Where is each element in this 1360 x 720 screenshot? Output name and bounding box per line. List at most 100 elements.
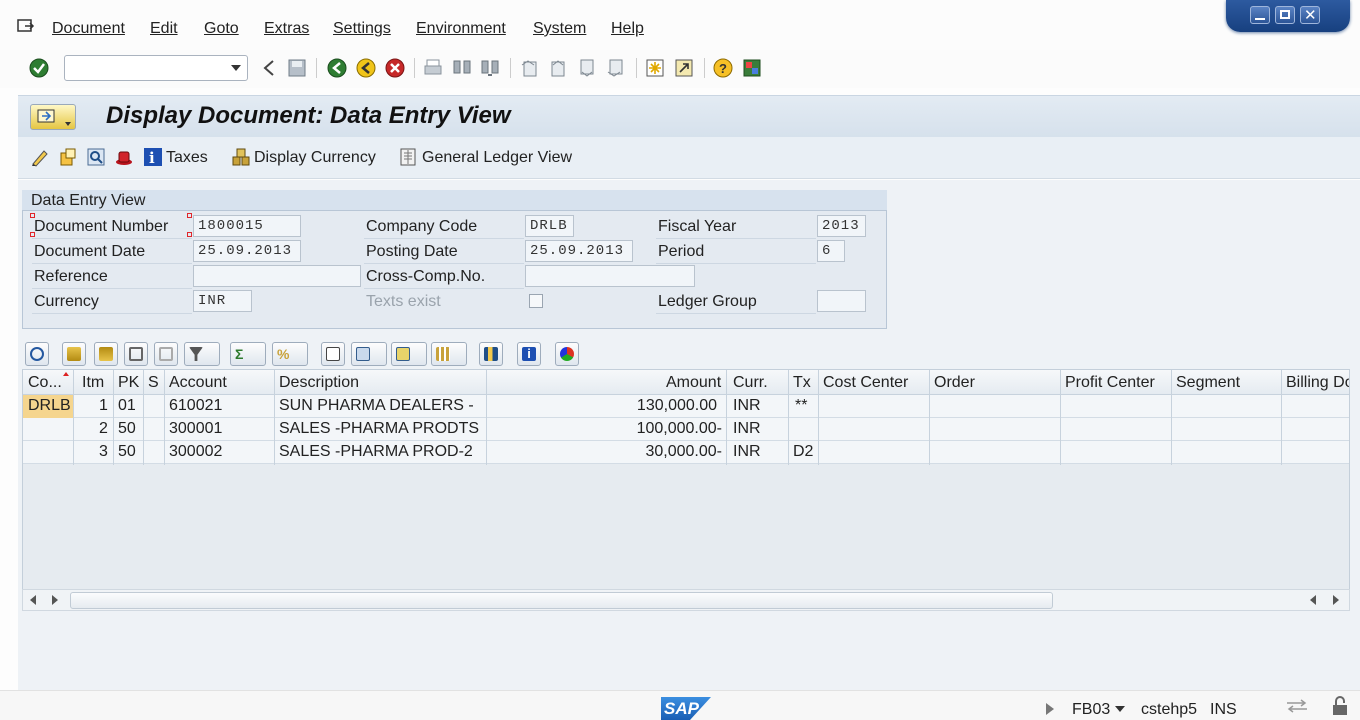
table-row[interactable]: 2 50 300001 SALES -PHARMA PRODTS 100,000…	[23, 418, 1349, 441]
status-expand-icon[interactable]	[1046, 703, 1054, 715]
menu-help[interactable]: Help	[611, 20, 644, 38]
selection-marker	[187, 213, 192, 218]
first-page-icon[interactable]	[519, 57, 541, 79]
ledger-group-field[interactable]	[817, 290, 866, 312]
taxes-button[interactable]: Taxes	[166, 149, 208, 167]
customize-layout-icon[interactable]	[741, 57, 763, 79]
column-header-profit-center[interactable]: Profit Center	[1065, 374, 1155, 392]
document-number-field[interactable]: 1800015	[193, 215, 301, 237]
general-ledger-icon[interactable]	[398, 147, 418, 167]
export-icon[interactable]	[391, 342, 427, 366]
menu-system[interactable]: System	[533, 20, 586, 38]
column-header-special-gl[interactable]: S	[148, 374, 159, 392]
scrollbar-thumb[interactable]	[70, 592, 1053, 609]
minimize-icon[interactable]	[1250, 6, 1270, 24]
company-code-field[interactable]: DRLB	[525, 215, 574, 237]
display-change-icon[interactable]	[30, 147, 50, 167]
sum-icon[interactable]: Σ	[230, 342, 266, 366]
views-icon[interactable]	[351, 342, 387, 366]
reference-field[interactable]	[193, 265, 361, 287]
fiscal-year-field[interactable]: 2013	[817, 215, 866, 237]
cancel-icon[interactable]	[384, 57, 406, 79]
menu-extras[interactable]: Extras	[264, 20, 309, 38]
screen-menu-button[interactable]	[30, 104, 76, 130]
selection-marker	[30, 232, 35, 237]
column-header-item[interactable]: Itm	[82, 374, 104, 392]
menu-goto[interactable]: Goto	[204, 20, 239, 38]
exit-icon[interactable]	[355, 57, 377, 79]
general-ledger-view-button[interactable]: General Ledger View	[422, 149, 572, 167]
graphic-icon[interactable]	[479, 342, 503, 366]
system-menu-icon[interactable]	[16, 18, 36, 34]
currency-field[interactable]: INR	[193, 290, 252, 312]
lock-icon[interactable]	[1330, 696, 1352, 716]
texts-exist-checkbox[interactable]	[529, 294, 543, 308]
prev-page-icon[interactable]	[547, 57, 569, 79]
other-document-icon[interactable]	[58, 147, 78, 167]
document-date-label: Document Date	[34, 243, 146, 260]
scroll-left-page-icon[interactable]	[1310, 595, 1316, 605]
print-preview-icon[interactable]	[321, 342, 345, 366]
input-mode[interactable]: INS	[1210, 701, 1237, 719]
find-next-in-list-icon[interactable]	[154, 342, 178, 366]
details-icon[interactable]	[25, 342, 49, 366]
collapse-icon[interactable]	[258, 57, 280, 79]
close-icon[interactable]: ✕	[1300, 6, 1320, 24]
create-session-icon[interactable]	[644, 57, 666, 79]
column-header-account[interactable]: Account	[169, 374, 227, 392]
column-header-billing-doc[interactable]: Billing Do	[1286, 374, 1349, 392]
save-icon[interactable]	[286, 57, 308, 79]
command-field[interactable]	[64, 55, 248, 81]
filter-icon[interactable]	[184, 342, 220, 366]
display-currency-button[interactable]: Display Currency	[254, 149, 376, 167]
find-icon[interactable]	[451, 57, 473, 79]
subtotal-icon[interactable]: %	[272, 342, 308, 366]
hat-icon[interactable]	[114, 147, 134, 167]
info-icon[interactable]: i	[143, 147, 163, 167]
document-date-field[interactable]: 25.09.2013	[193, 240, 301, 262]
column-header-tax[interactable]: Tx	[793, 374, 811, 392]
abc-analysis-icon[interactable]	[555, 342, 579, 366]
display-currency-icon[interactable]	[231, 147, 251, 167]
column-header-posting-key[interactable]: PK	[118, 374, 139, 392]
table-row[interactable]: 3 50 300002 SALES -PHARMA PROD-2 30,000.…	[23, 441, 1349, 464]
sort-descending-icon[interactable]	[94, 342, 118, 366]
scroll-left-icon[interactable]	[30, 595, 36, 605]
column-header-order[interactable]: Order	[934, 374, 975, 392]
help-icon[interactable]: ?	[712, 57, 734, 79]
maximize-icon[interactable]	[1275, 6, 1295, 24]
find-in-list-icon[interactable]	[124, 342, 148, 366]
column-header-amount[interactable]: Amount	[666, 374, 721, 392]
chevron-down-icon[interactable]	[231, 65, 241, 71]
chevron-down-icon[interactable]	[1115, 706, 1125, 712]
info-list-icon[interactable]: i	[517, 342, 541, 366]
column-divider	[113, 370, 114, 465]
transaction-code[interactable]: FB03	[1072, 701, 1110, 719]
document-number-label: Document Number	[34, 218, 169, 235]
column-header-currency[interactable]: Curr.	[733, 374, 768, 392]
last-page-icon[interactable]	[605, 57, 627, 79]
column-header-segment[interactable]: Segment	[1176, 374, 1240, 392]
menu-document[interactable]: Document	[52, 20, 125, 38]
menu-settings[interactable]: Settings	[333, 20, 391, 38]
scroll-right-icon[interactable]	[1333, 595, 1339, 605]
menu-environment[interactable]: Environment	[416, 20, 506, 38]
find-next-icon[interactable]	[479, 57, 501, 79]
cross-comp-field[interactable]	[525, 265, 695, 287]
shortcut-icon[interactable]	[673, 57, 695, 79]
enter-icon[interactable]	[28, 57, 50, 79]
print-icon[interactable]	[422, 57, 444, 79]
back-icon[interactable]	[326, 57, 348, 79]
posting-date-field[interactable]: 25.09.2013	[525, 240, 633, 262]
sort-ascending-icon[interactable]	[62, 342, 86, 366]
period-field[interactable]: 6	[817, 240, 845, 262]
next-page-icon[interactable]	[576, 57, 598, 79]
table-row[interactable]: DRLB 1 01 610021 SUN PHARMA DEALERS - 13…	[23, 395, 1349, 418]
column-header-company[interactable]: Co...	[28, 374, 62, 392]
scroll-right-page-icon[interactable]	[52, 595, 58, 605]
search-icon[interactable]	[86, 147, 106, 167]
layout-icon[interactable]	[431, 342, 467, 366]
column-header-description[interactable]: Description	[279, 374, 359, 392]
column-header-cost-center[interactable]: Cost Center	[823, 374, 908, 392]
menu-edit[interactable]: Edit	[150, 20, 178, 38]
